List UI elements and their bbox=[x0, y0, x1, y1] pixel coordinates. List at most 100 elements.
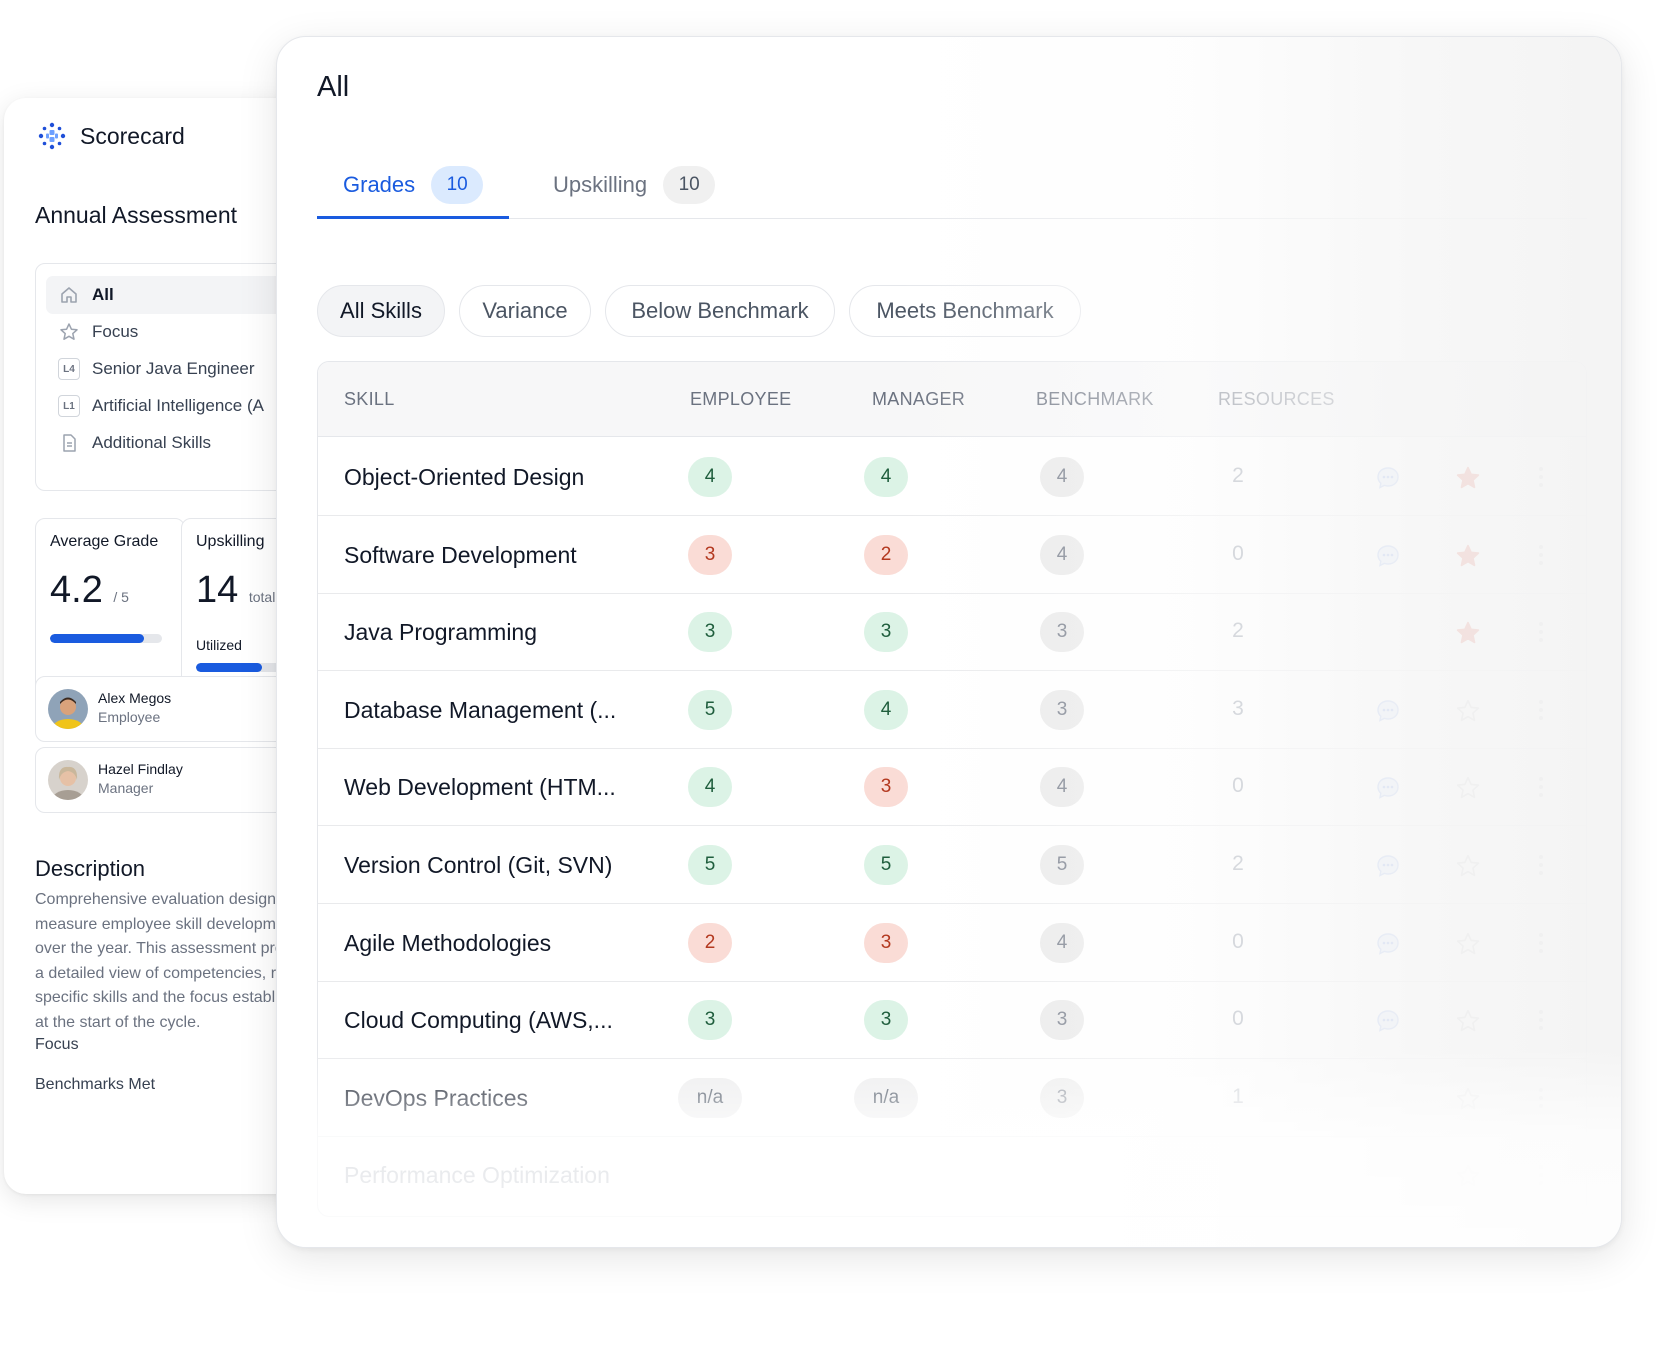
benchmark-grade-pill: 3 bbox=[1040, 1000, 1084, 1041]
filter-all-skills[interactable]: All Skills bbox=[317, 285, 445, 337]
tab-upskilling[interactable]: Upskilling 10 bbox=[527, 153, 741, 217]
star-outline-icon[interactable] bbox=[1454, 1162, 1482, 1190]
tab-count-badge: 10 bbox=[663, 166, 716, 204]
filter-meets-benchmark[interactable]: Meets Benchmark bbox=[849, 285, 1081, 337]
manager-grade-pill: 3 bbox=[864, 922, 908, 963]
average-grade-progress bbox=[50, 634, 162, 643]
sidebar-item-senior-java-engineer[interactable]: L4 Senior Java Engineer bbox=[46, 350, 304, 388]
manager-grade-pill: 4 bbox=[864, 457, 908, 497]
more-options-icon[interactable] bbox=[1536, 1160, 1546, 1190]
table-row[interactable]: Agile Methodologies 2 3 4 0 bbox=[318, 904, 1586, 982]
tab-label: Grades bbox=[343, 171, 416, 197]
more-options-icon[interactable] bbox=[1536, 617, 1546, 647]
comment-icon[interactable] bbox=[1374, 697, 1402, 725]
avatar bbox=[48, 760, 88, 800]
skill-name: DevOps Practices bbox=[344, 1084, 529, 1111]
more-options-icon[interactable] bbox=[1536, 695, 1546, 725]
table-row[interactable]: Database Management (... 5 4 3 3 bbox=[318, 671, 1586, 749]
table-header: SKILL EMPLOYEE MANAGER BENCHMARK RESOURC… bbox=[318, 362, 1586, 437]
skill-name: Agile Methodologies bbox=[344, 929, 552, 956]
benchmark-grade-pill: 4 bbox=[1040, 767, 1084, 808]
table-row[interactable]: Performance Optimization bbox=[318, 1136, 1586, 1214]
star-outline-icon[interactable] bbox=[1454, 1085, 1482, 1113]
star-filled-icon[interactable] bbox=[1454, 464, 1482, 492]
column-header-skill[interactable]: SKILL bbox=[344, 389, 395, 410]
focus-label: Focus bbox=[35, 1036, 79, 1053]
resources-count: 1 bbox=[1232, 1084, 1244, 1108]
skills-table: SKILL EMPLOYEE MANAGER BENCHMARK RESOURC… bbox=[317, 361, 1587, 1217]
column-header-manager[interactable]: MANAGER bbox=[872, 389, 965, 410]
progress-fill bbox=[196, 663, 262, 672]
more-options-icon[interactable] bbox=[1536, 462, 1546, 492]
star-outline-icon[interactable] bbox=[1454, 1007, 1482, 1035]
filter-below-benchmark[interactable]: Below Benchmark bbox=[605, 285, 835, 337]
more-options-icon[interactable] bbox=[1536, 540, 1546, 570]
comment-icon[interactable] bbox=[1374, 464, 1402, 492]
star-outline-icon[interactable] bbox=[1454, 774, 1482, 802]
table-row[interactable]: Cloud Computing (AWS,... 3 3 3 0 bbox=[318, 981, 1586, 1060]
resources-count: 0 bbox=[1232, 541, 1244, 565]
column-header-employee[interactable]: EMPLOYEE bbox=[690, 389, 791, 410]
column-header-resources[interactable]: RESOURCES bbox=[1218, 389, 1335, 410]
description-title: Description bbox=[35, 856, 146, 881]
star-outline-icon[interactable] bbox=[1454, 697, 1482, 725]
skill-name: Web Development (HTM... bbox=[344, 774, 616, 801]
table-row[interactable]: Web Development (HTM... 4 3 4 0 bbox=[318, 748, 1586, 827]
stat-suffix: / 5 bbox=[113, 589, 129, 605]
star-filled-icon[interactable] bbox=[1454, 619, 1482, 647]
sidebar-item-artificial-intelligence[interactable]: L1 Artificial Intelligence (A bbox=[46, 387, 304, 425]
sidebar-item-focus[interactable]: Focus bbox=[46, 313, 304, 351]
skill-name: Performance Optimization bbox=[344, 1162, 610, 1189]
resources-count: 0 bbox=[1232, 929, 1244, 953]
scorecard-logo-icon bbox=[38, 122, 66, 150]
sidebar-item-all[interactable]: All bbox=[46, 276, 304, 314]
resources-count: 3 bbox=[1232, 696, 1244, 720]
sidebar-item-label: All bbox=[92, 285, 114, 304]
resources-count: 2 bbox=[1232, 619, 1244, 643]
sidebar-item-label: Focus bbox=[92, 322, 139, 341]
star-outline-icon[interactable] bbox=[1454, 930, 1482, 958]
manager-card[interactable]: Hazel Findlay Manager bbox=[35, 747, 304, 813]
more-options-icon[interactable] bbox=[1536, 772, 1546, 802]
comment-icon[interactable] bbox=[1374, 774, 1402, 802]
more-options-icon[interactable] bbox=[1536, 928, 1546, 958]
more-options-icon[interactable] bbox=[1536, 850, 1546, 880]
column-header-benchmark[interactable]: BENCHMARK bbox=[1036, 389, 1154, 410]
assessment-title: Annual Assessment bbox=[35, 202, 238, 228]
employee-grade-pill: 3 bbox=[688, 534, 732, 575]
tab-label: Upskilling bbox=[553, 172, 648, 197]
employee-grade-pill: 5 bbox=[688, 689, 732, 730]
employee-grade-pill: 3 bbox=[688, 1000, 732, 1041]
table-row[interactable]: Version Control (Git, SVN) 5 5 5 2 bbox=[318, 826, 1586, 904]
benchmark-grade-pill: 5 bbox=[1040, 845, 1084, 885]
upskilling-value: 14 total bbox=[196, 569, 275, 612]
more-options-icon[interactable] bbox=[1536, 1005, 1546, 1035]
comment-icon[interactable] bbox=[1374, 1007, 1402, 1035]
document-icon bbox=[58, 432, 80, 454]
average-grade-value: 4.2 / 5 bbox=[50, 569, 129, 612]
page-title: All bbox=[317, 71, 350, 103]
app-stage: Scorecard Annual Assessment All Focus L4… bbox=[0, 0, 1680, 1352]
stat-suffix: total bbox=[248, 589, 276, 605]
table-row[interactable]: Object-Oriented Design 4 4 4 2 bbox=[318, 438, 1586, 516]
benchmark-grade-pill: 4 bbox=[1040, 922, 1084, 963]
manager-grade-pill: 4 bbox=[864, 689, 908, 730]
table-row[interactable]: Software Development 3 2 4 0 bbox=[318, 516, 1586, 594]
employee-card[interactable]: Alex Megos Employee bbox=[35, 676, 304, 742]
tab-grades[interactable]: Grades 10 bbox=[317, 153, 510, 219]
skill-name: Java Programming bbox=[344, 619, 538, 646]
sidebar-nav: All Focus L4 Senior Java Engineer L1 Art… bbox=[35, 263, 304, 491]
comment-icon[interactable] bbox=[1374, 542, 1402, 570]
star-filled-icon[interactable] bbox=[1454, 542, 1482, 570]
brand[interactable]: Scorecard bbox=[36, 120, 185, 152]
table-row[interactable]: Java Programming 3 3 3 2 bbox=[318, 593, 1586, 672]
person-role: Employee bbox=[98, 709, 161, 725]
comment-icon[interactable] bbox=[1374, 852, 1402, 880]
filter-variance[interactable]: Variance bbox=[459, 285, 591, 337]
table-row[interactable]: DevOps Practices n/a n/a 3 1 bbox=[318, 1059, 1586, 1137]
star-outline-icon[interactable] bbox=[1454, 852, 1482, 880]
progress-fill bbox=[50, 634, 145, 643]
sidebar-item-additional-skills[interactable]: Additional Skills bbox=[46, 424, 304, 462]
comment-icon[interactable] bbox=[1374, 930, 1402, 958]
more-options-icon[interactable] bbox=[1536, 1083, 1546, 1113]
